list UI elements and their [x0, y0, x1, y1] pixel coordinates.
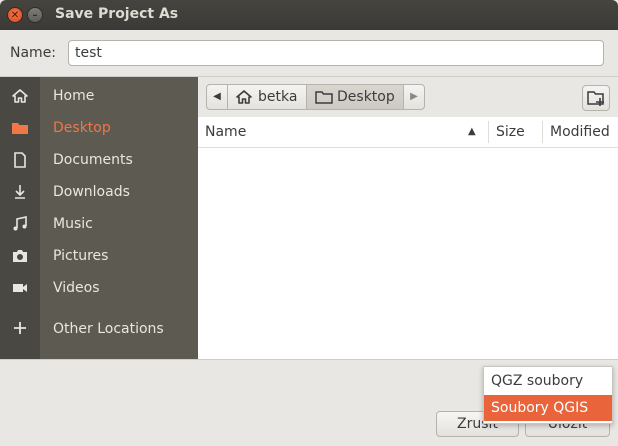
sidebar-item-label: Videos — [53, 280, 100, 296]
sidebar-item-other-locations[interactable]: Other Locations — [0, 314, 198, 346]
column-name[interactable]: Name — [205, 124, 246, 140]
camera-icon — [10, 248, 30, 266]
sidebar-item-label: Other Locations — [53, 321, 164, 337]
name-label: Name: — [10, 45, 57, 61]
sidebar-item-label: Home — [53, 88, 95, 104]
sidebar-item-documents[interactable]: Documents — [0, 145, 198, 177]
column-divider — [542, 121, 543, 143]
sidebar-item-label: Downloads — [53, 184, 130, 200]
window-title: Save Project As — [55, 6, 179, 22]
folder-icon — [315, 89, 333, 105]
file-browser: ◀ betka Desktop ▶ Name ▲ Size Modified — [198, 77, 618, 359]
close-button[interactable]: ✕ — [7, 7, 23, 23]
name-row: Name: — [0, 30, 618, 77]
document-icon — [10, 152, 30, 170]
path-forward-button[interactable]: ▶ — [403, 84, 425, 110]
column-divider — [488, 121, 489, 143]
music-icon — [10, 216, 30, 234]
minimize-button[interactable]: – — [27, 7, 43, 23]
sidebar-item-downloads[interactable]: Downloads — [0, 177, 198, 209]
sidebar-item-label: Documents — [53, 152, 133, 168]
sidebar-item-desktop[interactable]: Desktop — [0, 113, 198, 145]
column-modified[interactable]: Modified — [550, 124, 610, 140]
sidebar-item-label: Pictures — [53, 248, 109, 264]
column-header: Name ▲ Size Modified — [198, 117, 618, 148]
path-crumb-desktop[interactable]: Desktop — [306, 84, 404, 110]
sort-ascending-icon: ▲ — [468, 126, 476, 137]
folder-icon — [10, 120, 30, 138]
filename-input[interactable] — [68, 40, 604, 66]
filter-option-qgis[interactable]: Soubory QGIS — [484, 395, 612, 421]
sidebar-item-pictures[interactable]: Pictures — [0, 241, 198, 273]
column-size[interactable]: Size — [496, 124, 525, 140]
home-icon — [10, 88, 30, 106]
filter-option-qgz[interactable]: QGZ soubory — [484, 368, 612, 394]
file-type-dropdown: QGZ soubory Soubory QGIS — [483, 366, 613, 424]
plus-icon — [10, 321, 30, 339]
sidebar-item-home[interactable]: Home — [0, 81, 198, 113]
video-icon — [10, 280, 30, 298]
path-crumb-label: betka — [258, 89, 298, 105]
new-folder-button[interactable] — [582, 85, 610, 111]
path-bar: ◀ betka Desktop ▶ — [198, 77, 618, 117]
sidebar-item-label: Music — [53, 216, 93, 232]
path-crumb-label: Desktop — [337, 89, 395, 105]
sidebar-item-music[interactable]: Music — [0, 209, 198, 241]
sidebar-item-label: Desktop — [53, 120, 111, 136]
path-back-button[interactable]: ◀ — [206, 84, 228, 110]
sidebar-item-videos[interactable]: Videos — [0, 273, 198, 305]
save-dialog: ✕ – Save Project As Name: Home Desktop D… — [0, 0, 618, 446]
places-sidebar: Home Desktop Documents Downloads Music P… — [0, 77, 198, 359]
titlebar: ✕ – Save Project As — [0, 0, 618, 30]
new-folder-icon — [587, 91, 604, 106]
path-crumb-home[interactable]: betka — [227, 84, 307, 110]
home-icon — [236, 89, 252, 105]
download-icon — [10, 184, 30, 202]
